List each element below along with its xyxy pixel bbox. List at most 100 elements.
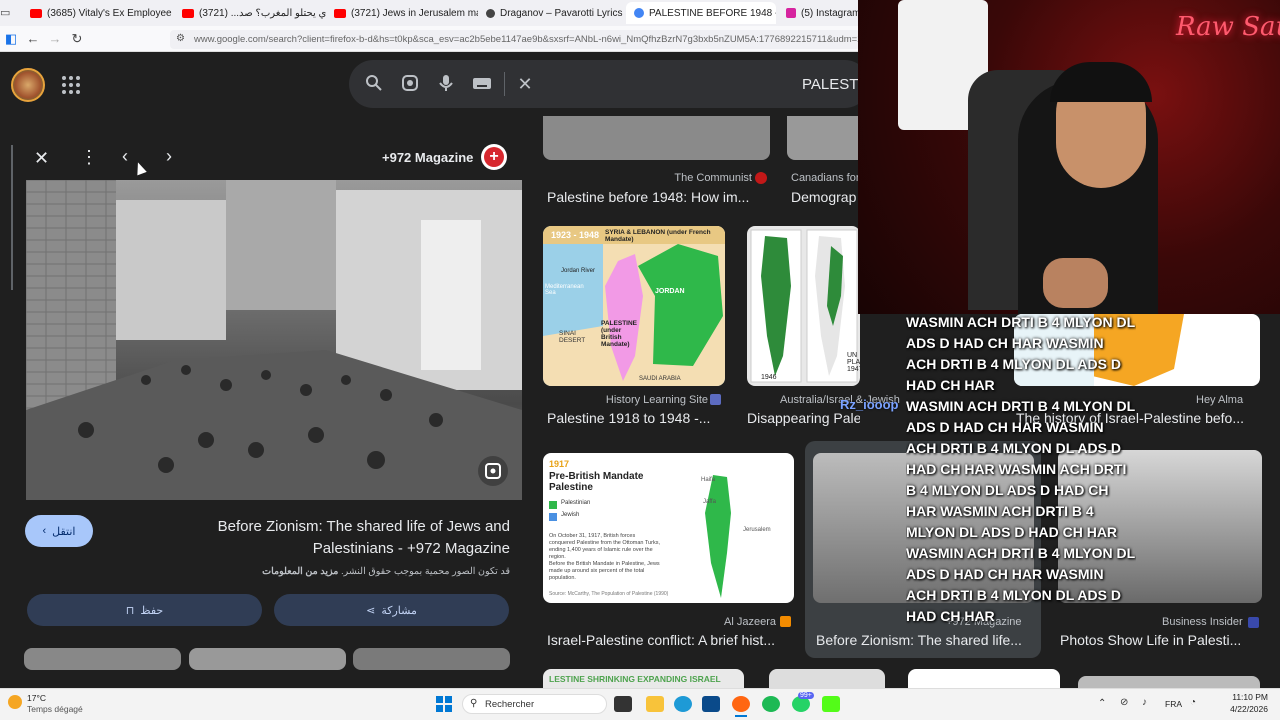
tab-bar: ▭ (3685) Vitaly's Ex Employee Just عادي … — [0, 0, 860, 26]
related-thumb[interactable] — [189, 648, 346, 670]
result-infographic[interactable]: 1917 Pre-British Mandate Palestine Pales… — [543, 453, 794, 603]
map-label: Jordan River — [561, 268, 596, 274]
tab-6[interactable]: (5) Instagram — [778, 2, 860, 24]
city-label: Haifa — [701, 477, 716, 483]
keyboard-icon[interactable] — [472, 74, 492, 94]
reload-icon[interactable]: ↻ — [66, 31, 88, 47]
taskbar-search-label: Rechercher — [485, 699, 535, 710]
result-map-image[interactable]: 1946 UN PLAN 1947 — [747, 226, 860, 386]
weather-icon[interactable] — [8, 695, 22, 709]
next-icon[interactable]: › — [166, 146, 172, 167]
preview-image[interactable] — [26, 180, 522, 500]
youtube-icon — [334, 8, 346, 18]
panel-source[interactable]: +972 Magazine — [382, 150, 473, 165]
search-bar[interactable] — [349, 60, 869, 108]
city-label: Jaffa — [703, 499, 716, 505]
windows-taskbar — [0, 688, 1280, 720]
legend-label: Jewish — [561, 512, 580, 518]
microphone-icon[interactable]: ♪ — [1142, 697, 1147, 708]
legend-swatch — [549, 501, 557, 509]
result-title[interactable]: Palestine 1918 to 1948 -... — [547, 410, 727, 426]
save-label: حفظ — [140, 604, 164, 617]
map-year: UN PLAN 1947 — [847, 352, 860, 373]
chevron-up-icon[interactable]: ⌃ — [1098, 698, 1106, 709]
tab-2[interactable]: عادي يحتلو المغرب؟ صد... (3721) — [174, 2, 326, 24]
result-title[interactable]: Palestine before 1948: How im... — [547, 189, 767, 205]
microphone-icon[interactable] — [436, 74, 456, 94]
instagram-icon — [786, 8, 796, 18]
result-source[interactable]: Al Jazeera — [700, 616, 776, 628]
wifi-icon[interactable]: ◔ — [1190, 697, 1196, 708]
more-info-link[interactable]: مزيد من المعلومات — [262, 566, 338, 577]
windows-start-icon[interactable] — [436, 696, 452, 712]
hand — [1043, 258, 1108, 308]
weather-desc[interactable]: Temps dégagé — [27, 704, 83, 714]
related-thumb[interactable] — [24, 648, 181, 670]
share-button[interactable]: ⋖ مشاركة — [274, 594, 509, 626]
business-insider-logo-icon — [1248, 617, 1259, 628]
tab-5-active[interactable]: PALESTINE BEFORE 1948 - بحث✕ — [626, 2, 776, 24]
lens-icon[interactable] — [400, 74, 420, 94]
language-indicator[interactable]: FRA — [1165, 699, 1182, 709]
result-source[interactable]: Canadians for — [791, 172, 860, 184]
result-source[interactable]: Hey Alma — [1196, 394, 1243, 406]
tab-3[interactable]: (3721) Jews in Jerusalem march — [326, 2, 478, 24]
sidebar-icon[interactable]: ◧ — [0, 31, 22, 47]
previous-icon[interactable]: ‹ — [122, 146, 128, 167]
related-thumb[interactable] — [353, 648, 510, 670]
spotify-icon[interactable] — [762, 696, 780, 712]
result-source[interactable]: History Learning Site — [560, 394, 708, 406]
file-explorer-icon[interactable] — [646, 696, 664, 712]
result-source[interactable]: The Communist — [600, 172, 752, 184]
network-icon[interactable]: ⊘ — [1120, 697, 1128, 708]
infographic-title: Pre-British Mandate Palestine — [549, 471, 644, 493]
search-icon[interactable] — [364, 74, 384, 94]
clock-date[interactable]: 4/22/2026 — [1218, 704, 1268, 714]
result-image[interactable]: LESTINE SHRINKING EXPANDING ISRAEL — [543, 669, 744, 688]
taskbar-search[interactable]: ⚲ Rechercher — [462, 694, 607, 714]
panel-title[interactable]: Before Zionism: The shared life of Jews … — [140, 516, 510, 560]
firefox-icon[interactable] — [732, 696, 750, 712]
url-bar[interactable]: ⚙ www.google.com/search?client=firefox-b… — [170, 30, 860, 49]
bookmark-icon: ⊓ — [125, 604, 135, 617]
tab-list-icon[interactable]: ▭ — [0, 6, 14, 20]
kick-icon[interactable] — [822, 696, 840, 712]
task-view-icon[interactable] — [614, 696, 632, 712]
clear-search-icon[interactable]: ✕ — [515, 74, 535, 94]
site-info-icon[interactable]: ⚙ — [176, 33, 185, 44]
store-icon[interactable] — [702, 696, 720, 712]
visit-button[interactable]: ‹ انتقل — [25, 515, 93, 547]
apps-grid-icon[interactable] — [62, 76, 80, 94]
result-image[interactable] — [787, 116, 860, 160]
overlay-text: WASMIN ACH DRTI B 4 MLYON DL ADS D HAD C… — [906, 398, 1135, 624]
result-map-image[interactable]: 1923 - 1948 SYRIA & LEBANON (under Frenc… — [543, 226, 725, 386]
map-year: 1946 — [761, 374, 777, 381]
map-label: SYRIA & LEBANON (under French Mandate) — [605, 229, 711, 243]
share-icon: ⋖ — [366, 604, 376, 617]
result-image[interactable] — [769, 669, 885, 688]
result-title[interactable]: Israel-Palestine conflict: A brief hist.… — [547, 632, 795, 648]
result-image[interactable] — [543, 116, 770, 160]
panel-scrollbar[interactable] — [11, 145, 13, 290]
save-button[interactable]: ⊓ حفظ — [27, 594, 262, 626]
forward-icon[interactable]: → — [44, 31, 66, 46]
result-title[interactable]: Disappearing Palestine" - the Maps — [747, 410, 860, 426]
tab-1[interactable]: (3685) Vitaly's Ex Employee Just — [22, 2, 174, 24]
clock-time[interactable]: 11:10 PM — [1218, 692, 1268, 702]
weather-temp[interactable]: 17°C — [27, 693, 46, 703]
search-icon: ⚲ — [470, 698, 478, 709]
source-logo[interactable]: + — [481, 144, 507, 170]
tab-4[interactable]: Draganov – Pavarotti Lyrics | Ge — [478, 2, 624, 24]
edge-icon[interactable] — [674, 696, 692, 712]
neon-sign: Raw Sauce — [1176, 12, 1280, 42]
webcam-overlay: Raw Sauce — [858, 0, 1280, 314]
close-panel-icon[interactable]: ✕ — [34, 148, 49, 169]
result-title[interactable]: Demograp — [791, 189, 860, 205]
more-options-icon[interactable]: ⋮ — [80, 147, 98, 168]
url-text: www.google.com/search?client=firefox-b-d… — [194, 34, 860, 45]
visual-search-icon[interactable] — [478, 456, 508, 486]
result-source[interactable]: Business Insider — [1162, 616, 1243, 628]
back-icon[interactable]: ← — [22, 31, 44, 46]
infographic-year: 1917 — [549, 459, 570, 469]
account-avatar[interactable] — [11, 68, 45, 102]
